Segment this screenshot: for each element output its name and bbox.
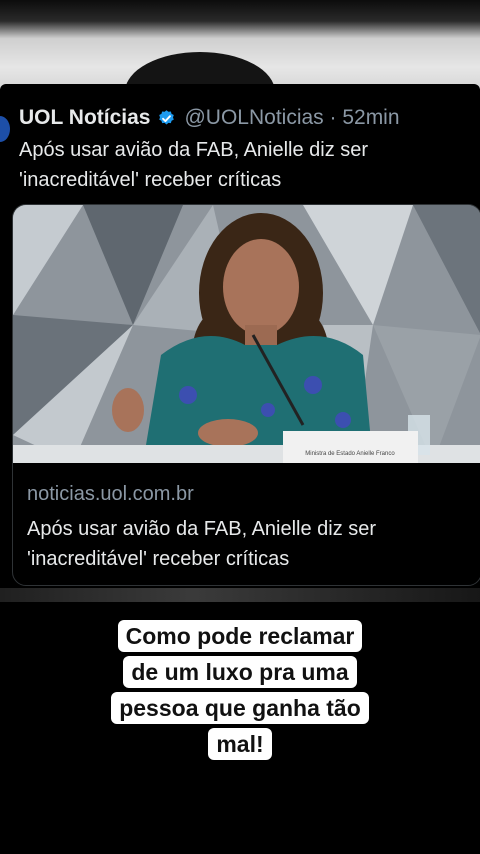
- author-name[interactable]: UOL Notícias: [19, 106, 150, 130]
- verified-badge-icon: [159, 109, 175, 124]
- tweet-header: UOL Notícias @UOLNoticias · 52min: [19, 103, 479, 133]
- tweet-text: Após usar avião da FAB, Anielle diz ser …: [19, 139, 369, 191]
- nameplate-text: Ministra de Estado Anielle Franco: [305, 451, 395, 457]
- caption-text: Como pode reclamar de um luxo pra uma pe…: [111, 620, 369, 760]
- link-preview-card[interactable]: Ministra de Estado Anielle Franco notici…: [12, 204, 480, 586]
- link-domain[interactable]: noticias.uol.com.br: [27, 483, 194, 506]
- article-photo: Ministra de Estado Anielle Franco: [13, 205, 480, 463]
- video-caption: Como pode reclamar de um luxo pra uma pe…: [0, 618, 480, 762]
- video-background-strip: [0, 588, 480, 602]
- link-title[interactable]: Após usar avião da FAB, Anielle diz ser …: [27, 514, 467, 574]
- handle-and-time[interactable]: @UOLNoticias · 52min: [184, 106, 399, 130]
